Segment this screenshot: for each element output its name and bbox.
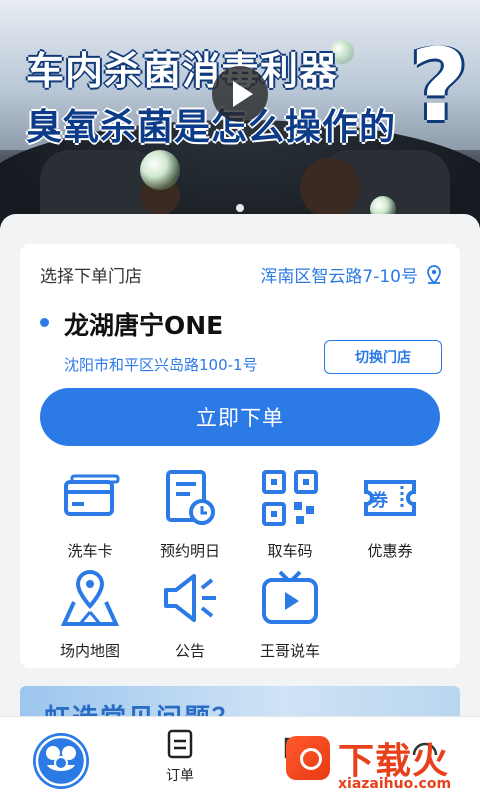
tv-play-icon bbox=[260, 568, 320, 628]
service-announcement[interactable]: 公告 bbox=[140, 568, 240, 661]
order-now-button[interactable]: 立即下单 bbox=[40, 388, 440, 446]
select-store-label: 选择下单门店 bbox=[40, 267, 142, 287]
nav-order-label: 订单 bbox=[166, 768, 194, 784]
banner-subheadline: 臭氧杀菌是怎么操作的 bbox=[26, 107, 397, 148]
watermark-logo-icon bbox=[286, 736, 330, 780]
qr-code-icon bbox=[260, 468, 320, 528]
service-car-talk[interactable]: 王哥说车 bbox=[240, 568, 340, 661]
banner-headline: 车内杀菌消毒利器 bbox=[26, 49, 339, 93]
nav-order[interactable]: 订单 bbox=[150, 729, 210, 785]
service-label: 场内地图 bbox=[59, 642, 120, 660]
svg-text:券: 券 bbox=[370, 490, 389, 511]
service-coupon[interactable]: 券 优惠券 bbox=[340, 468, 440, 561]
play-icon[interactable] bbox=[212, 66, 268, 122]
calendar-icon bbox=[160, 468, 220, 528]
order-icon bbox=[167, 729, 193, 759]
coupon-icon: 券 bbox=[360, 468, 420, 528]
location-pin-icon bbox=[426, 264, 442, 285]
service-label: 取车码 bbox=[267, 542, 313, 560]
card-icon bbox=[60, 468, 120, 528]
service-pickup-code[interactable]: 取车码 bbox=[240, 468, 340, 561]
bubble bbox=[140, 150, 180, 190]
watermark-url: xiazaihuo.com bbox=[338, 776, 452, 792]
switch-store-button[interactable]: 切换门店 bbox=[324, 340, 442, 374]
store-card: 选择下单门店 浑南区智云路7-10号 龙湖唐宁ONE 沈阳市和平区兴岛路100-… bbox=[20, 244, 460, 668]
megaphone-icon bbox=[160, 568, 220, 628]
store-indicator-dot bbox=[40, 318, 49, 327]
service-label: 预约明日 bbox=[159, 542, 220, 560]
carousel-indicator bbox=[236, 204, 244, 212]
service-book-tomorrow[interactable]: 预约明日 bbox=[140, 468, 240, 561]
service-site-map[interactable]: 场内地图 bbox=[40, 568, 140, 661]
banner-child bbox=[300, 158, 360, 218]
service-label: 王哥说车 bbox=[259, 642, 320, 660]
service-label: 洗车卡 bbox=[67, 542, 113, 560]
service-wash-card[interactable]: 洗车卡 bbox=[40, 468, 140, 561]
banner-question-mark: ? bbox=[410, 27, 469, 144]
video-banner[interactable]: 车内杀菌消毒利器 臭氧杀菌是怎么操作的 ? bbox=[0, 0, 480, 228]
home-logo-icon[interactable] bbox=[33, 733, 89, 789]
map-icon bbox=[60, 568, 120, 628]
service-label: 优惠券 bbox=[367, 542, 413, 560]
current-location[interactable]: 浑南区智云路7-10号 bbox=[260, 262, 442, 287]
watermark: 下载火 xiazaihuo.com bbox=[286, 730, 476, 796]
service-label: 公告 bbox=[174, 642, 205, 660]
store-name: 龙湖唐宁ONE bbox=[64, 311, 224, 340]
store-address: 沈阳市和平区兴岛路100-1号 bbox=[64, 356, 258, 374]
location-text: 浑南区智云路7-10号 bbox=[260, 267, 418, 287]
